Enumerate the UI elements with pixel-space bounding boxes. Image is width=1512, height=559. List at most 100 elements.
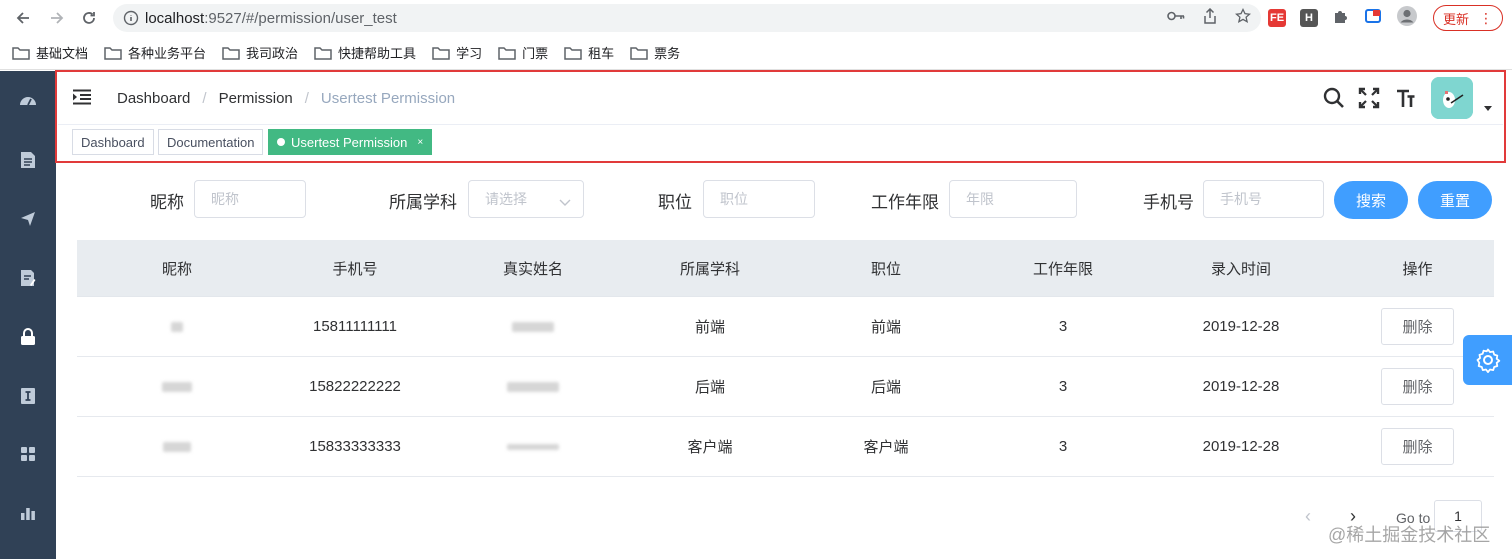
blurred-text xyxy=(512,321,554,332)
bookmark-folder[interactable]: 各种业务平台 xyxy=(104,43,206,62)
date-cell: 2019-12-28 xyxy=(1202,438,1280,455)
years-cell: 3 xyxy=(1058,378,1068,395)
key-icon[interactable] xyxy=(1167,9,1185,27)
edit-document-icon[interactable] xyxy=(0,263,56,293)
document-icon[interactable] xyxy=(0,145,56,175)
lock-icon[interactable] xyxy=(0,322,56,352)
years-input[interactable]: 年限 xyxy=(949,180,1077,218)
years-cell: 3 xyxy=(1058,318,1068,335)
nickname-label: 昵称 xyxy=(150,193,184,212)
column-header: 所属学科 xyxy=(679,260,740,278)
subject-cell: 客户端 xyxy=(687,439,733,456)
delete-button[interactable]: 删除 xyxy=(1381,308,1454,345)
update-button[interactable]: 更新 ⋮ xyxy=(1433,5,1503,31)
user-table: 昵称 手机号 真实姓名 所属学科 职位 工作年限 录入时间 操作 1581111… xyxy=(77,240,1494,477)
more-menu-icon: ⋮ xyxy=(1479,10,1493,26)
bookmark-label: 学习 xyxy=(456,46,483,61)
folder-icon xyxy=(104,46,122,60)
extensions-puzzle-icon[interactable] xyxy=(1332,7,1350,30)
chevron-down-icon xyxy=(559,194,571,210)
realname-cell xyxy=(433,297,633,356)
back-icon[interactable] xyxy=(6,0,40,36)
bookmark-folder[interactable]: 基础文档 xyxy=(12,43,88,62)
update-label: 更新 xyxy=(1442,11,1469,27)
bookmark-folder[interactable]: 票务 xyxy=(630,43,680,62)
action-cell: 删除 xyxy=(1341,417,1494,476)
site-info-icon[interactable] xyxy=(117,10,145,26)
phone-cell: 15833333333 xyxy=(309,438,401,455)
profile-avatar-icon[interactable] xyxy=(1396,5,1418,32)
column-header: 操作 xyxy=(1402,260,1433,278)
folder-icon xyxy=(630,46,648,60)
phone-cell: 15811111111 xyxy=(313,318,397,335)
subject-cell: 后端 xyxy=(694,379,725,396)
date-cell: 2019-12-28 xyxy=(1202,318,1280,335)
delete-button[interactable]: 删除 xyxy=(1381,368,1454,405)
phone-input[interactable]: 手机号 xyxy=(1203,180,1324,218)
subject-select[interactable]: 请选择 xyxy=(468,180,584,218)
extension-h-icon[interactable]: H xyxy=(1300,9,1318,27)
bookmark-folder[interactable]: 快捷帮助工具 xyxy=(314,43,416,62)
phone-label: 手机号 xyxy=(1143,193,1194,212)
bookmark-folder[interactable]: 我司政治 xyxy=(222,43,298,62)
column-header: 职位 xyxy=(870,260,901,278)
nickname-cell xyxy=(77,297,277,356)
folder-icon xyxy=(564,46,582,60)
nickname-input[interactable]: 昵称 xyxy=(194,180,306,218)
subject-select-placeholder: 请选择 xyxy=(485,191,527,207)
position-cell: 前端 xyxy=(870,319,901,336)
reload-icon[interactable] xyxy=(72,0,106,36)
gear-icon xyxy=(1476,348,1500,373)
bookmark-label: 快捷帮助工具 xyxy=(338,46,417,61)
phone-cell: 15822222222 xyxy=(309,378,401,395)
folder-icon xyxy=(222,46,240,60)
url-path: :9527/#/permission/user_test xyxy=(204,9,397,27)
bookmark-star-icon[interactable] xyxy=(1234,7,1252,29)
blurred-text xyxy=(162,381,192,392)
years-label: 工作年限 xyxy=(871,193,939,212)
bookmark-label: 租车 xyxy=(588,46,615,61)
prev-page-icon[interactable]: ‹ xyxy=(1305,506,1311,527)
date-cell: 2019-12-28 xyxy=(1202,378,1280,395)
watermark: @稀土掘金技术社区 xyxy=(1328,525,1491,545)
years-cell: 3 xyxy=(1058,438,1068,455)
dashboard-icon[interactable] xyxy=(0,86,56,116)
blurred-text xyxy=(507,381,559,392)
bookmark-folder[interactable]: 门票 xyxy=(498,43,548,62)
bookmark-label: 各种业务平台 xyxy=(128,46,207,61)
blurred-text xyxy=(171,321,183,332)
bookmark-label: 基础文档 xyxy=(36,46,89,61)
column-header: 工作年限 xyxy=(1032,260,1093,278)
blurred-text xyxy=(163,441,191,452)
realname-cell xyxy=(433,357,633,416)
guide-plane-icon[interactable] xyxy=(0,204,56,234)
position-cell: 客户端 xyxy=(863,439,909,456)
reset-button[interactable]: 重置 xyxy=(1418,181,1492,219)
extension-fe-icon[interactable]: FE xyxy=(1268,9,1286,27)
table-row: 15811111111 前端 前端 3 2019-12-28 删除 xyxy=(77,297,1494,357)
sidebar xyxy=(0,71,56,559)
column-header: 真实姓名 xyxy=(502,260,563,278)
column-header: 手机号 xyxy=(332,260,378,278)
bookmark-folder[interactable]: 租车 xyxy=(564,43,614,62)
delete-button[interactable]: 删除 xyxy=(1381,428,1454,465)
address-bar[interactable]: localhost:9527/#/permission/user_test xyxy=(113,4,1261,32)
extension-panel-icon[interactable] xyxy=(1364,7,1382,30)
table-row: 15833333333 客户端 客户端 3 2019-12-28 删除 xyxy=(77,417,1494,477)
search-button[interactable]: 搜索 xyxy=(1334,181,1408,219)
components-grid-icon[interactable] xyxy=(0,439,56,469)
url-host: localhost xyxy=(145,9,205,27)
column-header: 昵称 xyxy=(161,260,192,278)
nickname-cell xyxy=(77,417,277,476)
position-label: 职位 xyxy=(658,193,692,212)
chart-bar-icon[interactable] xyxy=(0,498,56,528)
bookmark-folder[interactable]: 学习 xyxy=(432,43,482,62)
browser-toolbar: localhost:9527/#/permission/user_test FE… xyxy=(0,0,1512,36)
settings-gear-button[interactable] xyxy=(1463,335,1512,385)
position-input[interactable]: 职位 xyxy=(703,180,815,218)
bookmark-label: 门票 xyxy=(522,46,549,61)
icon-library-icon[interactable] xyxy=(0,381,56,411)
share-icon[interactable] xyxy=(1203,7,1217,29)
forward-icon[interactable] xyxy=(40,0,74,36)
bookmark-label: 票务 xyxy=(654,46,681,61)
